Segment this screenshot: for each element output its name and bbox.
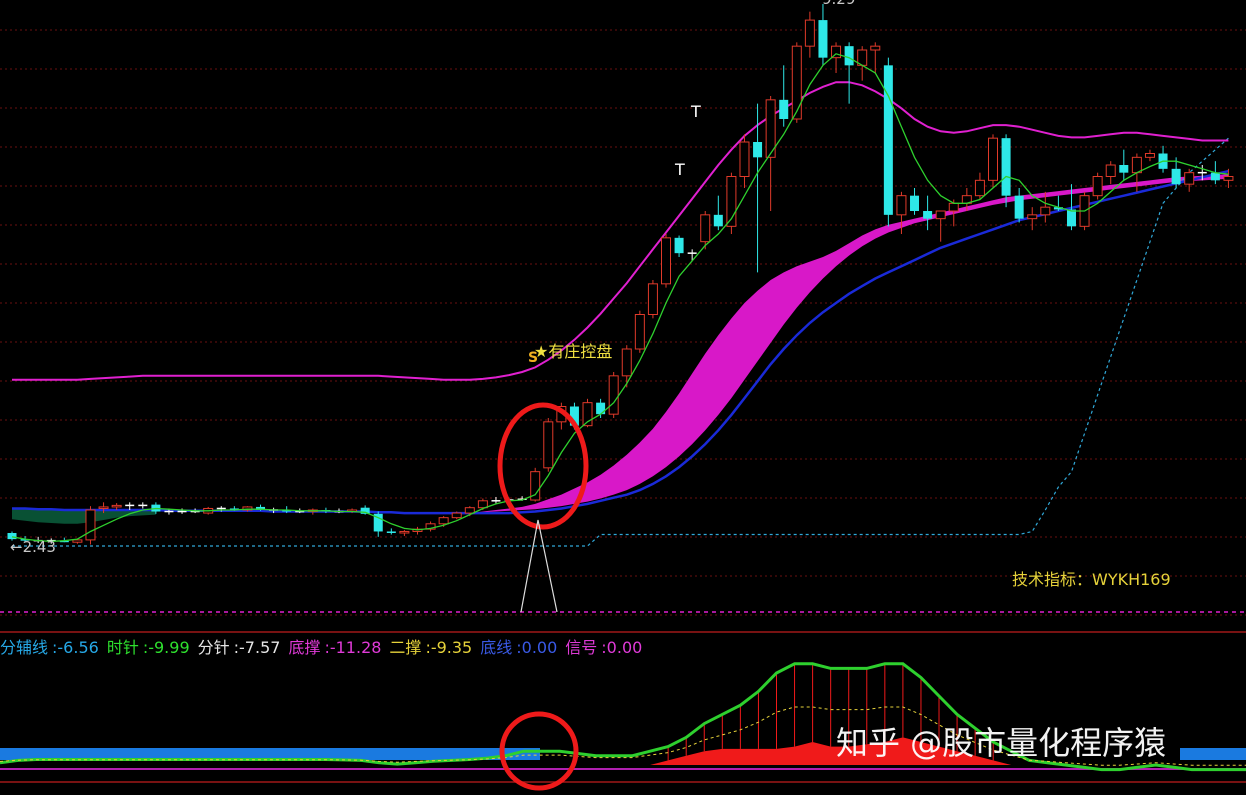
t-mark: T [675,160,685,179]
signal-spike [520,519,558,613]
candle-body-down [1119,165,1129,173]
sub-blue-area [1180,748,1246,760]
candle-body-up [98,506,109,509]
candle-body-up [72,539,83,543]
candle-body-down [910,195,920,211]
candle-body-down [818,20,828,58]
legend-name: 信号 [565,638,598,657]
highlight-circle [497,402,589,530]
control-annotation: ★有庄控盘 [534,342,613,361]
candle-body-down [1210,172,1220,181]
candle-body-down [753,142,763,158]
legend-value: 0.00 [606,638,643,657]
s-marker-icon: S [528,350,539,366]
legend-name: 底线 [480,638,513,657]
candle-body-down [713,214,723,227]
candle-body-up [1184,172,1195,185]
candle-body-up [988,137,998,181]
candle-body-up [791,45,802,120]
candle-body-up [647,283,658,316]
candle-body-down [386,531,396,533]
sub-chart-legend: 分辅线:-6.56 时针:-9.99 分针:-7.57 底撑:-11.28 二撑:-9.… [0,634,650,658]
candle-body-up [935,210,946,220]
indicator-name: 技术指标：WYKH169 [1012,570,1171,589]
candle-body-down [923,211,933,219]
candle-body-up [1027,214,1038,220]
candle-body-down [1014,195,1024,219]
legend-item: 分针:-7.57 [198,638,285,657]
legend-value: -9.35 [430,638,473,657]
candle-body-up [700,214,711,243]
t-mark: T [691,102,701,121]
high-price-label: 9.29 [822,0,855,8]
candle-body-up [543,421,554,469]
legend-item: 信号:0.00 [565,638,646,657]
ma-line-magenta [12,81,1229,381]
legend-value: -6.56 [57,638,99,657]
candle-body-down [779,99,789,119]
candle-body-up [438,517,449,525]
legend-name: 分针 [197,638,230,657]
legend-item: 分辅线:-6.56 [0,638,103,657]
watermark: 知乎 @股市量化程序猿 [836,724,1167,762]
legend-item: 底撑:-11.28 [288,638,385,657]
candle-body-up [1144,153,1155,158]
candle-body-up [111,504,122,508]
legend-value: -7.57 [239,638,281,657]
candle-body-up [399,530,410,534]
candle-body-up [608,375,619,415]
legend-colon: : [516,638,522,657]
candle-body-up [634,314,645,350]
legend-name: 二撑 [389,638,422,657]
candle-body-up [948,202,959,212]
candle-body-up [896,195,907,216]
legend-name: 时针 [106,638,139,657]
trend-band [12,174,1229,527]
legend-value: 0.00 [521,638,558,657]
candle-body-down [596,402,606,415]
candle-body-up [85,509,96,541]
candle-body-down [674,237,684,254]
candle-body-down [1066,209,1076,227]
candle-body-up [451,512,462,519]
candle-body-down [844,46,854,66]
candle-body-up [974,179,985,197]
low-price-label: ←2.43 [10,538,56,556]
candle-body-up [739,141,750,177]
legend-colon: : [601,638,607,657]
candle-body-down [1001,138,1011,196]
candle-body-down [883,65,893,215]
arrow-left-icon: ← [10,538,23,556]
candle-body-up [870,45,881,51]
candle-body-up [804,19,815,47]
candle-body-up [1131,156,1142,174]
legend-value: -9.99 [148,638,190,657]
candle-body-up [477,500,488,509]
legend-item: 时针:-9.99 [107,638,194,657]
candle-body-up [661,237,671,285]
legend-name: 底撑 [288,638,321,657]
legend-item: 二撑:-9.35 [389,638,476,657]
candlestick-chart [0,4,1246,791]
legend-item: 底线:0.00 [480,638,561,657]
candle-body-up [1040,206,1051,216]
stock-chart-window: ←2.43 9.29 T T ★有庄控盘 S 技术指标：WYKH169 分辅线:… [0,0,1246,795]
candle-body-up [1223,176,1234,181]
candle-body-up [621,348,632,377]
legend-value: -11.28 [329,638,382,657]
candle-body-up [1092,176,1103,197]
legend-name: 分辅线 [0,638,49,657]
candle-body-down [1171,168,1181,185]
candle-body-up [464,507,475,514]
candle-body-up [1105,164,1116,177]
